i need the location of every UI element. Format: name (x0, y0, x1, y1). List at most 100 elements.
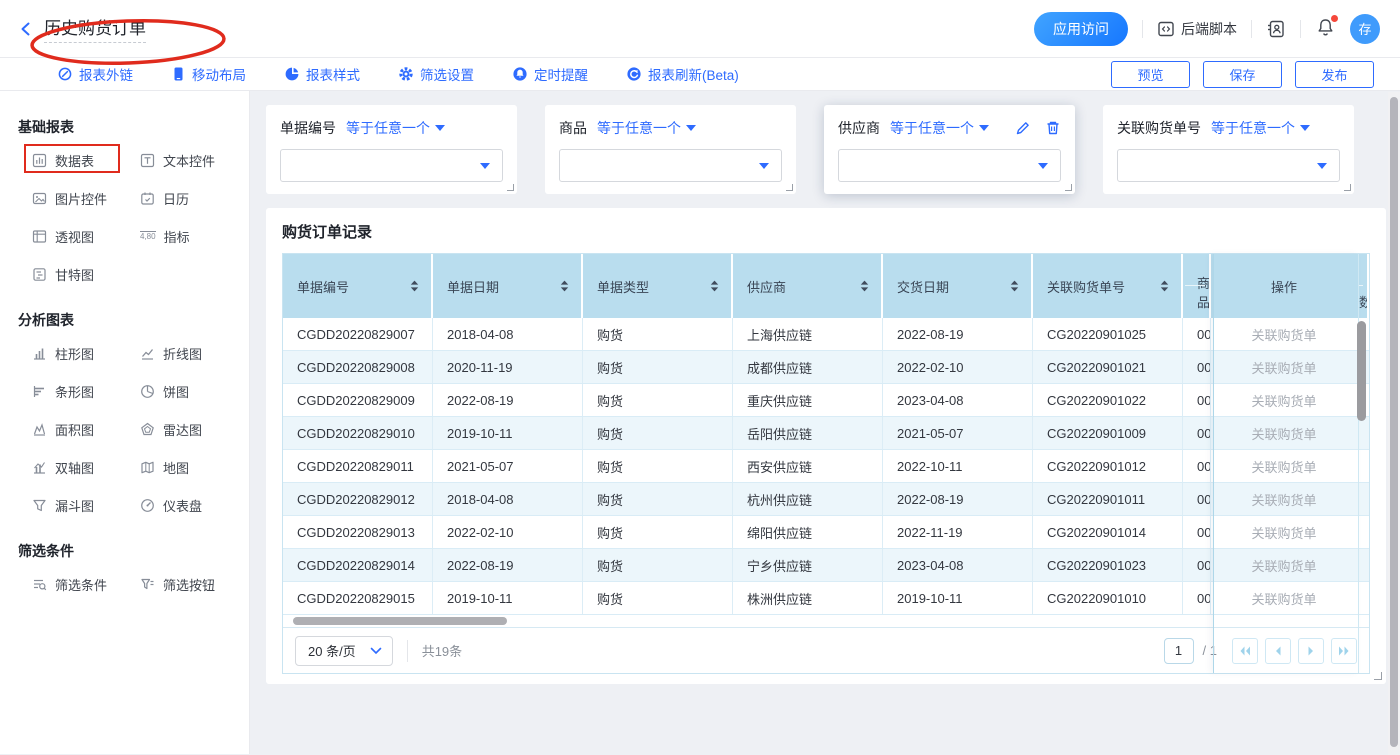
toolbar-item-filter-settings[interactable]: 筛选设置 (398, 64, 474, 84)
edit-icon[interactable] (1015, 120, 1031, 136)
sidebar-item-line-chart[interactable]: 折线图 (140, 344, 248, 363)
back-button[interactable] (18, 21, 34, 37)
table-row[interactable]: CGDD202208290112021-05-07购货西安供应链2022-10-… (283, 450, 1369, 483)
avatar[interactable]: 存 (1350, 14, 1380, 44)
column-header[interactable]: 供应商 (733, 254, 883, 318)
column-header[interactable]: 单据类型 (583, 254, 733, 318)
page-title[interactable]: 历史购货订单 (44, 14, 146, 43)
delete-icon[interactable] (1045, 120, 1061, 136)
related-order-action[interactable]: 关联购货单 (1211, 516, 1357, 548)
table-horizontal-scrollbar[interactable] (283, 615, 1369, 627)
table-row[interactable]: CGDD202208290082020-11-19购货成都供应链2022-02-… (283, 351, 1369, 384)
sidebar-item-dual-axis[interactable]: 双轴图 (32, 458, 140, 477)
scrollbar-thumb[interactable] (1390, 97, 1398, 747)
page-vertical-scrollbar[interactable] (1388, 92, 1400, 755)
sidebar-item-metric[interactable]: 4,80 指标 (140, 227, 248, 246)
prev-page-button[interactable] (1265, 638, 1291, 664)
page-size-select[interactable]: 20 条/页 (295, 636, 393, 666)
related-order-action[interactable]: 关联购货单 (1211, 450, 1357, 482)
sidebar-item-image-widget[interactable]: 图片控件 (32, 189, 140, 208)
contacts-icon (1266, 19, 1286, 39)
related-order-action[interactable]: 关联购货单 (1211, 417, 1357, 449)
resize-handle[interactable] (786, 184, 793, 191)
resize-handle[interactable] (1344, 184, 1351, 191)
sidebar-item-gantt[interactable]: 甘特图 (32, 265, 140, 284)
filter-select-order-no[interactable] (280, 149, 503, 182)
sidebar-item-funnel-chart[interactable]: 漏斗图 (32, 496, 140, 515)
sidebar-item-text-widget[interactable]: 文本控件 (140, 151, 248, 170)
toolbar-item-report-refresh[interactable]: 报表刷新(Beta) (626, 64, 739, 84)
sort-icon[interactable] (1008, 279, 1021, 293)
publish-button[interactable]: 发布 (1295, 61, 1374, 88)
filter-card-product[interactable]: 商品 等于任意一个 (545, 105, 796, 194)
filter-operator[interactable]: 等于任意一个 (346, 118, 445, 138)
next-page-button[interactable] (1298, 638, 1324, 664)
sidebar-item-calendar[interactable]: 日历 (140, 189, 248, 208)
table-row[interactable]: CGDD202208290102019-10-11购货岳阳供应链2021-05-… (283, 417, 1369, 450)
related-order-action[interactable]: 关联购货单 (1211, 582, 1357, 614)
last-page-button[interactable] (1331, 638, 1357, 664)
data-table-widget[interactable]: 购货订单记录 单据编号 单据日期 单据类型 供应商 交货日期 关联购货单号 商品… (266, 208, 1386, 684)
filter-operator[interactable]: 等于任意一个 (597, 118, 696, 138)
filter-operator[interactable]: 等于任意一个 (1211, 118, 1310, 138)
first-page-button[interactable] (1232, 638, 1258, 664)
toolbar-item-report-style[interactable]: 报表样式 (284, 64, 360, 84)
app-access-button[interactable]: 应用访问 (1034, 12, 1128, 46)
sort-icon[interactable] (408, 279, 421, 293)
page-number-input[interactable]: 1 (1164, 638, 1194, 664)
sidebar-item-radar-chart[interactable]: 雷达图 (140, 420, 248, 439)
related-order-action[interactable]: 关联购货单 (1211, 351, 1357, 383)
table-row[interactable]: CGDD202208290122018-04-08购货杭州供应链2022-08-… (283, 483, 1369, 516)
related-order-action[interactable]: 关联购货单 (1211, 549, 1357, 581)
filter-select-supplier[interactable] (838, 149, 1061, 182)
toolbar-item-report-link[interactable]: 报表外链 (57, 64, 133, 84)
sidebar-item-data-table[interactable]: 数据表 (32, 151, 140, 170)
sort-icon[interactable] (558, 279, 571, 293)
toolbar-item-timer-reminder[interactable]: 定时提醒 (512, 64, 588, 84)
resize-handle[interactable] (507, 184, 514, 191)
toolbar-item-mobile-layout[interactable]: 移动布局 (171, 64, 246, 84)
table-row[interactable]: CGDD202208290072018-04-08购货上海供应链2022-08-… (283, 318, 1369, 351)
resize-handle[interactable] (1374, 672, 1382, 680)
table-row[interactable]: CGDD202208290092022-08-19购货重庆供应链2023-04-… (283, 384, 1369, 417)
sidebar-item-pivot[interactable]: 透视图 (32, 227, 140, 246)
table-row[interactable]: CGDD202208290152019-10-11购货株洲供应链2019-10-… (283, 582, 1369, 615)
filter-select-related-order[interactable] (1117, 149, 1340, 182)
sidebar-item-gauge[interactable]: 仪表盘 (140, 496, 248, 515)
backend-script-button[interactable]: 后端脚本 (1157, 19, 1237, 39)
sort-icon[interactable] (858, 279, 871, 293)
sort-icon[interactable] (1158, 279, 1171, 293)
report-toolbar: 报表外链 移动布局 报表样式 筛选设置 定时提醒 报表刷新(Beta) 预览 保… (0, 58, 1400, 91)
resize-handle[interactable] (1065, 184, 1072, 191)
column-header[interactable]: 单据编号 (283, 254, 433, 318)
sidebar-item-filter-condition[interactable]: 筛选条件 (32, 575, 140, 594)
preview-button[interactable]: 预览 (1111, 61, 1190, 88)
filter-select-product[interactable] (559, 149, 782, 182)
related-order-action[interactable]: 关联购货单 (1211, 483, 1357, 515)
column-header[interactable]: 关联购货单号 (1033, 254, 1183, 318)
save-button[interactable]: 保存 (1203, 61, 1282, 88)
column-header[interactable]: 交货日期 (883, 254, 1033, 318)
sidebar-item-map[interactable]: 地图 (140, 458, 248, 477)
scrollbar-thumb[interactable] (293, 617, 507, 625)
table-row[interactable]: CGDD202208290142022-08-19购货宁乡供应链2023-04-… (283, 549, 1369, 582)
chevron-down-icon (686, 125, 696, 131)
sidebar-item-pie-chart[interactable]: 饼图 (140, 382, 248, 401)
filter-card-related-order[interactable]: 关联购货单号 等于任意一个 (1103, 105, 1354, 194)
filter-card-supplier[interactable]: 供应商 等于任意一个 (824, 105, 1075, 194)
funnel-chart-icon (32, 498, 47, 513)
filter-operator[interactable]: 等于任意一个 (890, 118, 989, 138)
column-header[interactable]: 单据日期 (433, 254, 583, 318)
sidebar-item-area-chart[interactable]: 面积图 (32, 420, 140, 439)
notifications-button[interactable] (1315, 17, 1336, 41)
related-order-action[interactable]: 关联购货单 (1211, 318, 1357, 350)
contacts-button[interactable] (1266, 19, 1286, 39)
sort-icon[interactable] (708, 279, 721, 293)
sidebar-item-filter-button[interactable]: 筛选按钮 (140, 575, 248, 594)
sidebar-item-bar-chart[interactable]: 条形图 (32, 382, 140, 401)
related-order-action[interactable]: 关联购货单 (1211, 384, 1357, 416)
sidebar-item-column-chart[interactable]: 柱形图 (32, 344, 140, 363)
filter-card-order-no[interactable]: 单据编号 等于任意一个 (266, 105, 517, 194)
table-vertical-scrollbar[interactable] (1357, 321, 1366, 421)
table-row[interactable]: CGDD202208290132022-02-10购货绵阳供应链2022-11-… (283, 516, 1369, 549)
